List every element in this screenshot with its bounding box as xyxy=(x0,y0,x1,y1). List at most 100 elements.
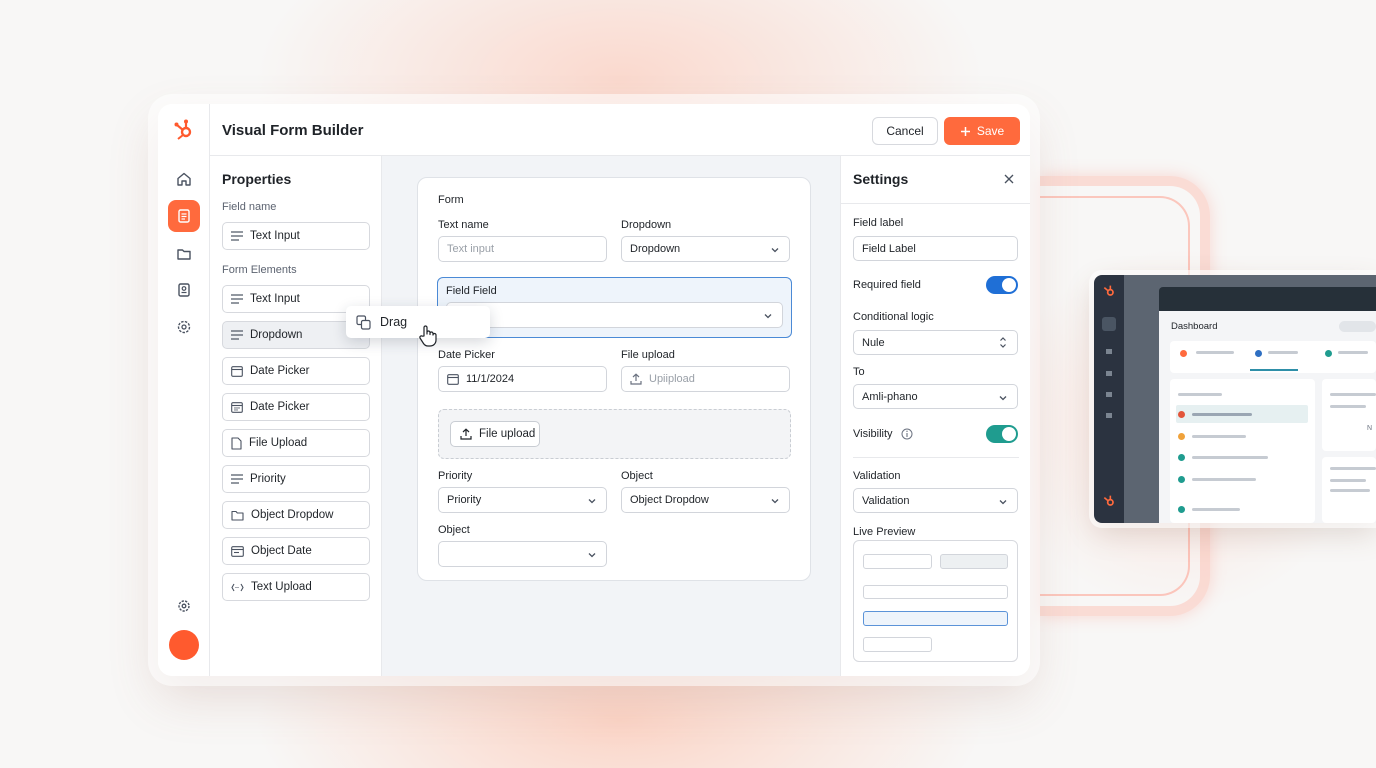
dashboard-search xyxy=(1339,321,1376,332)
text-input-field[interactable]: Text input xyxy=(438,236,607,262)
element-text-upload[interactable]: Text Upload xyxy=(222,573,370,601)
chevron-down-icon xyxy=(771,248,779,253)
selected-field-field[interactable]: Field Field xyxy=(437,277,792,338)
nav-icon xyxy=(1106,413,1112,418)
validation-value: Validation xyxy=(862,494,910,507)
priority-select[interactable]: Priority xyxy=(438,487,607,513)
dashboard-title: Dashboard xyxy=(1171,321,1218,332)
element-priority[interactable]: Priority xyxy=(222,465,370,493)
form-builder-window: Visual Form Builder Cancel Save Properti… xyxy=(158,104,1030,676)
element-label: Priority xyxy=(250,473,286,485)
field-name-label: Field name xyxy=(222,201,277,213)
field-name-item[interactable]: Text Input xyxy=(222,222,370,250)
field-field-select[interactable] xyxy=(446,302,783,328)
info-icon[interactable] xyxy=(901,428,913,440)
object-select[interactable]: Object Dropdow xyxy=(621,487,790,513)
upload-icon xyxy=(630,373,642,385)
dashboard-header xyxy=(1159,287,1376,311)
field-label-input[interactable]: Field Label xyxy=(853,236,1018,261)
side-bar xyxy=(1330,489,1370,492)
side-bar xyxy=(1330,405,1366,408)
upload-icon xyxy=(460,428,472,440)
settings-gear-icon[interactable] xyxy=(168,311,200,343)
element-label: Date Picker xyxy=(250,365,310,377)
chevron-down-icon xyxy=(588,499,596,504)
object2-label: Object xyxy=(438,524,470,536)
file-drop-zone[interactable]: File upload xyxy=(438,409,791,459)
avatar[interactable] xyxy=(169,630,199,660)
file-upload-input[interactable]: Upiipload xyxy=(621,366,790,392)
field-field-label: Field Field xyxy=(446,285,497,297)
file-upload-button[interactable]: File upload xyxy=(450,421,540,447)
side-bar xyxy=(1330,479,1366,482)
save-button[interactable]: Save xyxy=(944,117,1020,145)
element-label: Text Upload xyxy=(251,581,312,593)
form-card: Form Text name Text input Dropdown Dropd… xyxy=(417,177,811,581)
chevron-down-icon xyxy=(999,500,1007,505)
settings-title: Settings xyxy=(853,171,909,187)
visibility-label: Visibility xyxy=(853,428,893,440)
conditional-logic-select[interactable]: Nule xyxy=(853,330,1018,355)
required-field-toggle[interactable] xyxy=(986,276,1018,294)
list-bar xyxy=(1192,435,1246,438)
nav-icon xyxy=(1106,392,1112,397)
date-input[interactable]: 11/1/2024 xyxy=(438,366,607,392)
list-bar xyxy=(1192,413,1252,416)
list-dot xyxy=(1178,411,1185,418)
to-select[interactable]: Amli-phano xyxy=(853,384,1018,409)
chevron-down-icon xyxy=(764,314,772,319)
chevron-down-icon xyxy=(771,499,779,504)
list-bar xyxy=(1178,393,1222,396)
cancel-button[interactable]: Cancel xyxy=(872,117,938,145)
object-label: Object xyxy=(621,470,653,482)
side-letter: N xyxy=(1367,425,1373,432)
file-upload-placeholder: Upiipload xyxy=(649,373,695,385)
contacts-icon[interactable] xyxy=(168,274,200,306)
close-icon[interactable] xyxy=(1003,173,1015,185)
element-date-picker-2[interactable]: Date Picker xyxy=(222,393,370,421)
object2-select[interactable] xyxy=(438,541,607,567)
element-label: Object Date xyxy=(251,545,312,557)
properties-panel: Properties Field name Text Input Form El… xyxy=(210,156,382,676)
save-label: Save xyxy=(976,124,1005,138)
dropdown-select[interactable]: Dropdown xyxy=(621,236,790,262)
dropdown-value: Dropdown xyxy=(630,243,681,255)
priority-value: Priority xyxy=(447,494,482,506)
gear-icon[interactable] xyxy=(168,590,200,622)
validation-select[interactable]: Validation xyxy=(853,488,1018,513)
copy-icon xyxy=(356,314,371,330)
file-upload-label: File upload xyxy=(621,349,675,361)
priority-label: Priority xyxy=(438,470,473,482)
visibility-toggle[interactable] xyxy=(986,425,1018,443)
dashboard-rail xyxy=(1094,275,1124,523)
list-dot xyxy=(1178,433,1185,440)
element-object-dropdown[interactable]: Object Dropdow xyxy=(222,501,370,529)
text-lines-icon xyxy=(231,330,243,340)
forms-icon[interactable] xyxy=(168,200,200,232)
field-label-label: Field label xyxy=(853,217,904,229)
list-dot xyxy=(1178,454,1185,461)
file-icon xyxy=(231,436,242,450)
dashboard-side-card: N xyxy=(1322,379,1376,451)
tab-underline xyxy=(1250,369,1298,371)
list-bar xyxy=(1192,478,1256,481)
dashboard-preview: Dashboard N xyxy=(1094,275,1376,523)
form-elements-label: Form Elements xyxy=(222,264,297,276)
element-object-date[interactable]: Object Date xyxy=(222,537,370,565)
preview-select-active xyxy=(863,611,1008,626)
settings-panel: Settings Field label Field Label Require… xyxy=(840,156,1030,676)
logo-icon[interactable] xyxy=(172,118,196,142)
home-icon[interactable] xyxy=(168,163,200,195)
form-canvas: Form Text name Text input Dropdown Dropd… xyxy=(382,156,840,676)
card-icon xyxy=(231,545,244,557)
hand-cursor-icon xyxy=(419,325,437,347)
text-name-label: Text name xyxy=(438,219,489,231)
text-lines-icon xyxy=(231,294,243,304)
element-label: File Upload xyxy=(249,437,308,449)
element-date-picker[interactable]: Date Picker xyxy=(222,357,370,385)
folder-icon[interactable] xyxy=(168,238,200,270)
tab-bar xyxy=(1268,351,1298,354)
form-title: Form xyxy=(438,194,464,206)
list-bar xyxy=(1192,456,1268,459)
element-file-upload[interactable]: File Upload xyxy=(222,429,370,457)
